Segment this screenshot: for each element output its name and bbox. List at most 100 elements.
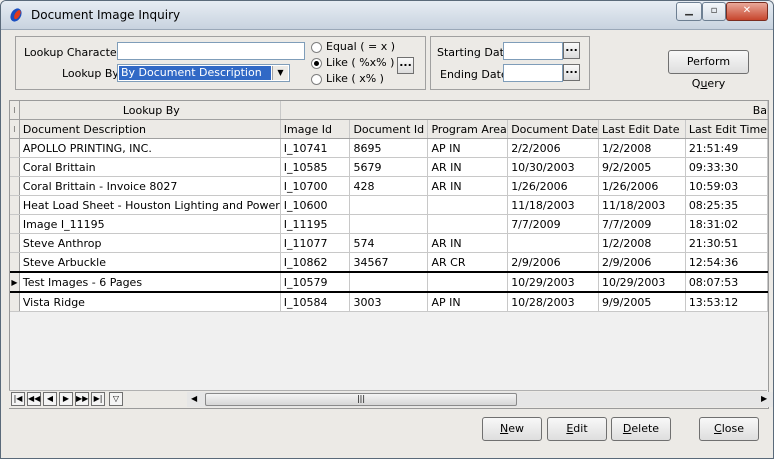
table-cell[interactable]: Image I_11195	[19, 214, 281, 234]
current-row-pointer-icon[interactable]: ▶	[10, 271, 20, 293]
lookup-options-button[interactable]: ...	[397, 57, 414, 74]
table-cell[interactable]: 13:53:12	[685, 292, 768, 312]
table-cell[interactable]: 10/30/2003	[507, 157, 599, 177]
row-indicator[interactable]	[10, 195, 20, 215]
table-cell[interactable]: AR IN	[427, 157, 509, 177]
minimize-button[interactable]: ▁	[676, 2, 702, 21]
filter-icon[interactable]: ▽	[109, 392, 123, 406]
table-cell[interactable]: 2/2/2006	[507, 138, 599, 158]
table-row[interactable]: Image I_11195 I_11195 7/7/2009 7/7/2009 18:3…	[10, 214, 768, 234]
radio-equal[interactable]	[311, 42, 322, 53]
column-header[interactable]: Program Area	[427, 119, 509, 139]
table-cell[interactable]: AR IN	[427, 176, 509, 196]
chevron-down-icon[interactable]: ▼	[272, 66, 288, 80]
table-cell[interactable]: 21:51:49	[685, 138, 768, 158]
column-selector-icon[interactable]: ⁝	[10, 119, 20, 139]
next-record-icon[interactable]: ▶	[59, 392, 73, 406]
column-header[interactable]: Document Description	[19, 119, 281, 139]
table-cell[interactable]: 34567	[349, 252, 429, 273]
table-cell[interactable]: I_11195	[280, 214, 351, 234]
table-cell[interactable]	[349, 214, 429, 234]
delete-button[interactable]: Delete	[611, 417, 671, 441]
table-cell[interactable]: 1/26/2006	[507, 176, 599, 196]
table-cell[interactable]: 574	[349, 233, 429, 253]
table-cell[interactable]: I_11077	[280, 233, 351, 253]
table-cell[interactable]: 7/7/2009	[598, 214, 686, 234]
table-cell[interactable]: 2/9/2006	[598, 252, 686, 273]
table-cell[interactable]: 9/9/2005	[598, 292, 686, 312]
table-cell[interactable]: AP IN	[427, 138, 509, 158]
table-cell[interactable]: 10:59:03	[685, 176, 768, 196]
starting-date-input[interactable]	[503, 42, 563, 60]
table-cell[interactable]: 10/29/2003	[507, 271, 599, 293]
row-indicator[interactable]	[10, 214, 20, 234]
row-indicator[interactable]	[10, 176, 20, 196]
table-cell[interactable]: 08:25:35	[685, 195, 768, 215]
table-row[interactable]: Coral Brittain - Invoice 8027 I_10700 428 A…	[10, 176, 768, 196]
radio-like-contains[interactable]	[311, 58, 322, 69]
radio-like-starts[interactable]	[311, 74, 322, 85]
table-cell[interactable]: Steve Arbuckle	[19, 252, 281, 273]
table-row[interactable]: APOLLO PRINTING, INC. I_10741 8695 AP IN 2/2…	[10, 138, 768, 158]
ending-date-picker-button[interactable]: ...	[563, 64, 580, 81]
last-record-icon[interactable]: ▶|	[91, 392, 105, 406]
table-cell[interactable]: 09:33:30	[685, 157, 768, 177]
prev-record-icon[interactable]: ◀	[43, 392, 57, 406]
row-indicator[interactable]	[10, 138, 20, 158]
table-cell[interactable]: AP IN	[427, 292, 509, 312]
table-cell[interactable]: 10/28/2003	[507, 292, 599, 312]
table-cell[interactable]: I_10862	[280, 252, 351, 273]
close-button[interactable]: Close	[699, 417, 759, 441]
table-cell[interactable]: 7/7/2009	[507, 214, 599, 234]
table-cell[interactable]: Heat Load Sheet - Houston Lighting and P…	[19, 195, 281, 215]
scroll-left-icon[interactable]: ◀	[191, 394, 197, 403]
next-page-icon[interactable]: ▶▶	[75, 392, 89, 406]
column-header[interactable]: Document Date	[507, 119, 599, 139]
table-cell[interactable]: 21:30:51	[685, 233, 768, 253]
table-cell[interactable]: 12:54:36	[685, 252, 768, 273]
table-cell[interactable]	[507, 233, 599, 253]
table-cell[interactable]: 10/29/2003	[598, 271, 686, 293]
table-row[interactable]: Steve Anthrop I_11077 574 AR IN 1/2/2008 21:3…	[10, 233, 768, 253]
table-cell[interactable]: Steve Anthrop	[19, 233, 281, 253]
table-cell[interactable]: I_10585	[280, 157, 351, 177]
table-cell[interactable]: Vista Ridge	[19, 292, 281, 312]
table-cell[interactable]	[427, 214, 509, 234]
table-cell[interactable]: Coral Brittain	[19, 157, 281, 177]
table-cell[interactable]: 3003	[349, 292, 429, 312]
horizontal-scrollbar[interactable]: ◀ ||| ▶	[187, 392, 773, 407]
table-cell[interactable]	[349, 271, 429, 293]
scroll-thumb[interactable]: |||	[205, 393, 517, 406]
edit-button[interactable]: Edit	[547, 417, 607, 441]
column-header[interactable]: Last Edit Time	[685, 119, 768, 139]
lookup-characters-input[interactable]	[117, 42, 305, 60]
table-row[interactable]: Vista Ridge I_10584 3003 AP IN 10/28/2003 9/9…	[10, 292, 768, 312]
starting-date-picker-button[interactable]: ...	[563, 42, 580, 59]
column-header[interactable]: Document Id	[349, 119, 429, 139]
row-indicator[interactable]	[10, 157, 20, 177]
table-cell[interactable]	[427, 271, 509, 293]
table-cell[interactable]: Test Images - 6 Pages	[19, 271, 281, 293]
table-cell[interactable]: Coral Brittain - Invoice 8027	[19, 176, 281, 196]
table-cell[interactable]: I_10600	[280, 195, 351, 215]
table-cell[interactable]	[427, 195, 509, 215]
table-cell[interactable]: 11/18/2003	[598, 195, 686, 215]
table-row[interactable]: ▶ Test Images - 6 Pages I_10579 10/29/2003 1…	[10, 271, 768, 293]
table-cell[interactable]: 5679	[349, 157, 429, 177]
prev-page-icon[interactable]: ◀◀	[27, 392, 41, 406]
table-cell[interactable]: AR CR	[427, 252, 509, 273]
table-cell[interactable]: I_10700	[280, 176, 351, 196]
new-button[interactable]: New	[482, 417, 542, 441]
table-cell[interactable]: 9/2/2005	[598, 157, 686, 177]
table-cell[interactable]: 1/26/2006	[598, 176, 686, 196]
first-record-icon[interactable]: |◀	[11, 392, 25, 406]
table-cell[interactable]: 11/18/2003	[507, 195, 599, 215]
row-indicator[interactable]	[10, 233, 20, 253]
table-cell[interactable]: 2/9/2006	[507, 252, 599, 273]
lookup-by-select[interactable]: By Document Description ▼	[117, 64, 290, 82]
table-cell[interactable]: 1/2/2008	[598, 138, 686, 158]
table-cell[interactable]: I_10584	[280, 292, 351, 312]
row-indicator[interactable]	[10, 252, 20, 273]
ending-date-input[interactable]	[503, 64, 563, 82]
table-cell[interactable]: 428	[349, 176, 429, 196]
